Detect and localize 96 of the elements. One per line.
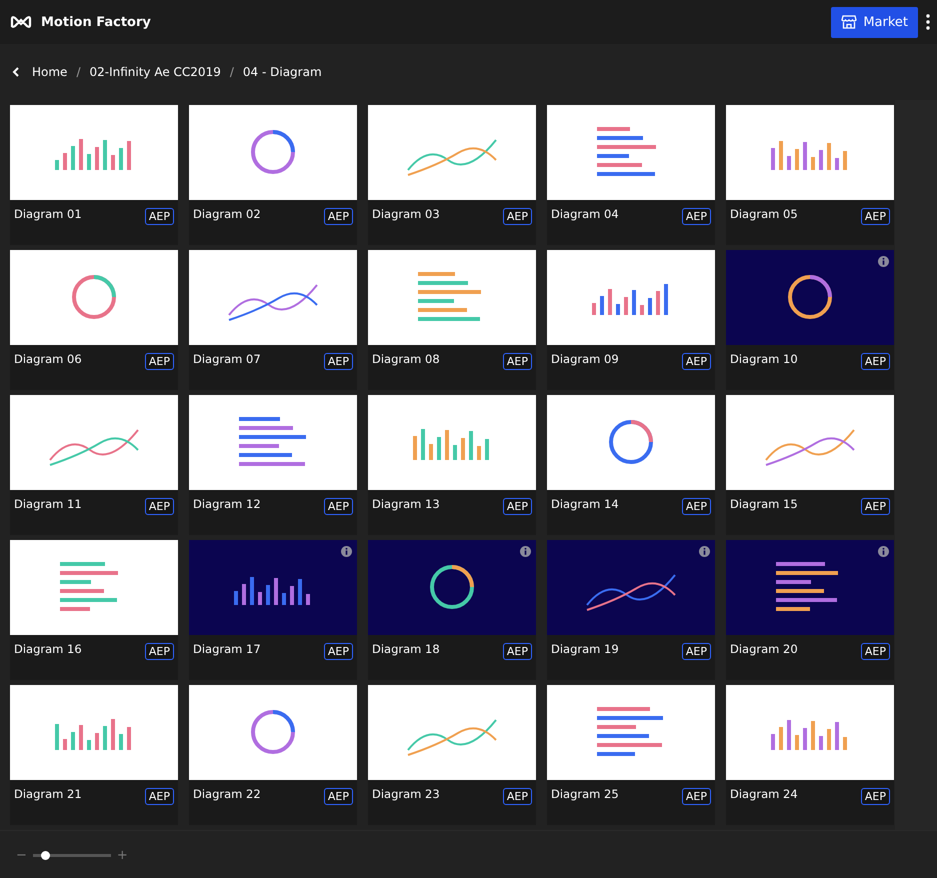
format-badge: AEP (144, 353, 174, 370)
format-badge: AEP (860, 353, 890, 370)
slider-thumb[interactable] (40, 850, 50, 860)
market-button[interactable]: Market (831, 6, 918, 38)
format-badge: AEP (144, 643, 174, 660)
diagram-card[interactable]: Diagram 08 AEP (368, 250, 536, 390)
diagram-card[interactable]: Diagram 16 AEP (10, 540, 178, 680)
diagram-card[interactable]: Diagram 04 AEP (547, 105, 715, 245)
card-title: Diagram 19 (551, 642, 619, 656)
app-title: Motion Factory (41, 14, 151, 30)
card-title: Diagram 07 (193, 352, 261, 366)
diagram-card[interactable]: Diagram 22 AEP (189, 685, 357, 825)
card-title: Diagram 20 (730, 642, 798, 656)
info-icon[interactable] (699, 546, 710, 557)
diagram-card[interactable]: Diagram 01 AEP (10, 105, 178, 245)
card-title: Diagram 21 (14, 787, 82, 801)
breadcrumb-link[interactable]: Home (32, 65, 68, 79)
format-badge: AEP (324, 498, 353, 515)
info-icon[interactable] (878, 256, 889, 267)
breadcrumb-link[interactable]: 02-Infinity Ae CC2019 (89, 65, 221, 79)
scrollbar-track[interactable] (895, 100, 937, 830)
zoom-in-button[interactable]: + (116, 848, 128, 862)
card-title: Diagram 06 (14, 352, 82, 366)
diagram-card[interactable]: Diagram 10 AEP (726, 250, 894, 390)
format-badge: AEP (860, 208, 890, 225)
card-title: Diagram 13 (372, 497, 440, 511)
card-title: Diagram 24 (730, 787, 798, 801)
diagram-card[interactable]: Diagram 17 AEP (189, 540, 357, 680)
format-badge: AEP (502, 353, 532, 370)
diagram-card[interactable]: Diagram 12 AEP (189, 395, 357, 535)
card-title: Diagram 12 (193, 497, 261, 511)
diagram-card[interactable]: Diagram 02 AEP (189, 105, 357, 245)
format-badge: AEP (324, 208, 353, 225)
back-icon[interactable] (12, 67, 20, 77)
diagram-card[interactable]: Diagram 21 AEP (10, 685, 178, 825)
format-badge: AEP (860, 788, 890, 805)
card-title: Diagram 05 (730, 207, 798, 221)
logo-icon (10, 15, 32, 29)
card-title: Diagram 11 (14, 497, 82, 511)
card-title: Diagram 08 (372, 352, 440, 366)
format-badge: AEP (502, 208, 532, 225)
card-title: Diagram 01 (14, 207, 82, 221)
diagram-card[interactable]: Diagram 07 AEP (189, 250, 357, 390)
diagram-card[interactable]: Diagram 09 AEP (547, 250, 715, 390)
breadcrumb-separator: / (230, 65, 234, 79)
card-title: Diagram 10 (730, 352, 798, 366)
format-badge: AEP (502, 788, 532, 805)
format-badge: AEP (324, 788, 353, 805)
diagram-card[interactable]: Diagram 19 AEP (547, 540, 715, 680)
format-badge: AEP (324, 353, 353, 370)
card-title: Diagram 04 (551, 207, 619, 221)
breadcrumb-link[interactable]: 04 - Diagram (242, 65, 322, 79)
format-badge: AEP (144, 498, 174, 515)
diagram-card[interactable]: Diagram 20 AEP (726, 540, 894, 680)
diagram-card[interactable]: Diagram 14 AEP (547, 395, 715, 535)
card-title: Diagram 17 (193, 642, 261, 656)
format-badge: AEP (682, 788, 711, 805)
diagram-card[interactable]: Diagram 23 AEP (368, 685, 536, 825)
info-icon[interactable] (878, 546, 889, 557)
card-title: Diagram 14 (551, 497, 619, 511)
card-title: Diagram 02 (193, 207, 261, 221)
card-title: Diagram 18 (372, 642, 440, 656)
breadcrumb-separator: / (76, 65, 80, 79)
card-title: Diagram 23 (372, 787, 440, 801)
more-icon[interactable] (926, 14, 930, 30)
card-title: Diagram 22 (193, 787, 261, 801)
diagram-card[interactable]: Diagram 11 AEP (10, 395, 178, 535)
format-badge: AEP (682, 498, 711, 515)
format-badge: AEP (682, 208, 711, 225)
info-icon[interactable] (520, 546, 531, 557)
diagram-card[interactable]: Diagram 05 AEP (726, 105, 894, 245)
format-badge: AEP (682, 643, 711, 660)
diagram-card[interactable]: Diagram 24 AEP (726, 685, 894, 825)
format-badge: AEP (144, 788, 174, 805)
diagram-card[interactable]: Diagram 25 AEP (547, 685, 715, 825)
format-badge: AEP (860, 643, 890, 660)
diagram-card[interactable]: Diagram 18 AEP (368, 540, 536, 680)
format-badge: AEP (502, 643, 532, 660)
zoom-slider[interactable] (32, 854, 111, 856)
diagram-card[interactable]: Diagram 03 AEP (368, 105, 536, 245)
format-badge: AEP (502, 498, 532, 515)
card-title: Diagram 15 (730, 497, 798, 511)
format-badge: AEP (144, 208, 174, 225)
format-badge: AEP (324, 643, 353, 660)
card-title: Diagram 03 (372, 207, 440, 221)
card-title: Diagram 25 (551, 787, 619, 801)
store-icon (841, 15, 858, 29)
diagram-card[interactable]: Diagram 15 AEP (726, 395, 894, 535)
info-icon[interactable] (341, 546, 352, 557)
format-badge: AEP (682, 353, 711, 370)
diagram-card[interactable]: Diagram 06 AEP (10, 250, 178, 390)
card-title: Diagram 16 (14, 642, 82, 656)
format-badge: AEP (860, 498, 890, 515)
card-title: Diagram 09 (551, 352, 619, 366)
zoom-out-button[interactable]: − (16, 848, 27, 862)
diagram-card[interactable]: Diagram 13 AEP (368, 395, 536, 535)
